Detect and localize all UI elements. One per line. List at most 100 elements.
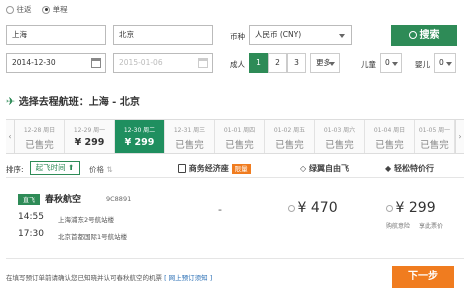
booking-notice: 在填写预订单前请确认您已知晓并认可春秋航空的机票 [ 网上预订须知 ] bbox=[6, 272, 212, 282]
arrival-time: 17:30 bbox=[18, 229, 44, 239]
green-wing-fare-option[interactable]: ¥ 470 bbox=[288, 200, 338, 216]
easy-fare-option[interactable]: ¥ 299 bbox=[386, 200, 436, 216]
depart-date-value: 2014-12-30 bbox=[12, 58, 56, 67]
date-cell[interactable]: 12-28 周日已售完 bbox=[15, 120, 65, 153]
sort-label: 排序: bbox=[6, 165, 24, 174]
date-cell-status: 已售完 bbox=[275, 140, 304, 151]
date-cell-status: 已售完 bbox=[375, 140, 404, 151]
return-date-value: 2015-01-06 bbox=[119, 58, 163, 67]
green-wing-label: 绿翼自由飞 bbox=[308, 164, 349, 173]
date-next-arrow[interactable]: › bbox=[455, 120, 464, 153]
direct-flight-badge: 直飞 bbox=[18, 194, 41, 205]
departure-time: 14:55 bbox=[18, 212, 44, 222]
easy-fare-price: ¥ 299 bbox=[395, 200, 436, 216]
green-wing-radio[interactable] bbox=[288, 204, 295, 212]
date-prev-arrow[interactable]: ‹ bbox=[6, 120, 15, 153]
date-cell[interactable]: 12-31 周三已售完 bbox=[165, 120, 215, 153]
date-cell-selected[interactable]: 12-30 周二 ¥ 299 bbox=[115, 120, 165, 153]
infant-label: 婴儿 bbox=[415, 60, 430, 69]
search-button-label: 搜索 bbox=[419, 30, 440, 41]
sort-depart-time-button[interactable]: 起飞时间 ⬆ bbox=[30, 161, 80, 175]
calendar-icon bbox=[198, 58, 208, 68]
date-cell-status: 已售完 bbox=[175, 140, 204, 151]
child-count-value: 0 bbox=[385, 58, 390, 67]
chevron-down-icon bbox=[339, 34, 345, 38]
child-label: 儿童 bbox=[361, 60, 376, 69]
date-cell-status: 已售完 bbox=[325, 140, 354, 151]
date-cell[interactable]: 01-04 周日已售完 bbox=[365, 120, 415, 153]
from-city-input[interactable]: 上海 bbox=[6, 25, 106, 45]
seat-icon bbox=[178, 164, 186, 173]
date-cell[interactable]: 01-03 周六已售完 bbox=[315, 120, 365, 153]
date-cell-date: 12-29 周一 bbox=[73, 127, 106, 134]
chevron-down-icon bbox=[446, 62, 452, 66]
date-cell-date: 12-30 周二 bbox=[123, 127, 156, 134]
green-wing-price: ¥ 470 bbox=[297, 200, 338, 216]
booking-notice-text: 在填写预订单前请确认您已知晓并认可春秋航空的机票 bbox=[6, 274, 162, 282]
return-date-input[interactable]: 2015-01-06 bbox=[113, 53, 213, 73]
next-step-label: 下一步 bbox=[408, 271, 438, 282]
to-city-input[interactable]: 北京 bbox=[113, 25, 213, 45]
date-cell-status: 已售完 bbox=[420, 140, 449, 151]
date-cell-date: 01-05 周一 bbox=[418, 127, 451, 134]
date-cell-date: 01-01 周四 bbox=[223, 127, 256, 134]
roundtrip-label: 往返 bbox=[16, 5, 32, 14]
next-step-button[interactable]: 下一步 bbox=[392, 266, 454, 288]
roundtrip-radio[interactable] bbox=[6, 5, 14, 14]
arrow-up-icon: ⬆ bbox=[68, 163, 75, 172]
date-cell[interactable]: 12-29 周一 ¥ 299 bbox=[65, 120, 115, 153]
date-cell-status: 已售完 bbox=[225, 140, 254, 151]
sort-price-label: 价格 bbox=[89, 165, 104, 174]
date-cell-date: 01-03 周六 bbox=[323, 127, 356, 134]
chevron-down-icon bbox=[329, 62, 335, 66]
date-cell-status: ¥ 299 bbox=[74, 137, 105, 148]
easy-fare-note-1: 购航意险 bbox=[386, 223, 411, 230]
arrival-airport: 北京首都国际1号航站楼 bbox=[58, 233, 128, 241]
sort-depart-time-label: 起飞时间 bbox=[35, 163, 66, 172]
cabin-green-wing: ◇ 绿翼自由飞 bbox=[300, 163, 349, 174]
date-cell-date: 01-02 周五 bbox=[273, 127, 306, 134]
adult-more-select[interactable]: 更多 bbox=[310, 53, 340, 73]
date-cell-date: 12-31 周三 bbox=[173, 127, 206, 134]
adult-option-3[interactable]: 3 bbox=[287, 53, 306, 73]
adult-label: 成人 bbox=[230, 60, 245, 69]
easy-fare-label: 轻松特价行 bbox=[393, 164, 434, 173]
limited-badge: 限量 bbox=[231, 164, 251, 174]
section-title-text: 选择去程航班：上海 - 北京 bbox=[18, 97, 140, 108]
search-button[interactable]: 搜索 bbox=[391, 25, 457, 46]
child-count-select[interactable]: 0 bbox=[380, 53, 402, 73]
sort-price-button[interactable]: 价格 ⇅ bbox=[89, 164, 113, 175]
flight-number: 9C8891 bbox=[106, 195, 132, 203]
oneway-radio[interactable] bbox=[42, 5, 51, 14]
infant-count-select[interactable]: 0 bbox=[434, 53, 456, 73]
adult-option-1[interactable]: 1 bbox=[249, 53, 268, 73]
divider bbox=[6, 258, 464, 259]
currency-select[interactable]: 人民币 (CNY) bbox=[249, 25, 352, 45]
airline-name: 春秋航空 bbox=[45, 195, 82, 205]
depart-date-input[interactable]: 2014-12-30 bbox=[6, 53, 106, 73]
adult-option-2[interactable]: 2 bbox=[268, 53, 287, 73]
tag-icon: ◇ bbox=[300, 164, 307, 173]
date-cell-status: ¥ 299 bbox=[124, 137, 155, 148]
plane-icon: ✈ bbox=[6, 95, 16, 108]
infant-count-value: 0 bbox=[439, 58, 444, 67]
date-cell-date: 12-28 周日 bbox=[23, 127, 56, 134]
easy-fare-radio[interactable] bbox=[386, 204, 393, 212]
calendar-icon bbox=[91, 58, 101, 68]
booking-rules-link[interactable]: [ 网上预订须知 ] bbox=[164, 274, 212, 282]
business-economy-price: - bbox=[218, 203, 222, 216]
date-cell-status: 已售完 bbox=[25, 140, 54, 151]
date-cell[interactable]: 01-05 周一已售完 bbox=[415, 120, 455, 153]
oneway-label: 单程 bbox=[52, 5, 68, 14]
currency-label: 币种 bbox=[230, 32, 245, 41]
business-economy-label: 商务经济座 bbox=[188, 164, 229, 173]
sort-arrow-icon: ⇅ bbox=[106, 165, 113, 174]
currency-value: 人民币 (CNY) bbox=[255, 30, 302, 39]
date-cell[interactable]: 01-01 周四已售完 bbox=[215, 120, 265, 153]
date-cell-date: 01-04 周日 bbox=[373, 127, 406, 134]
departure-airport: 上海浦东2号航站楼 bbox=[58, 216, 115, 224]
chevron-down-icon bbox=[392, 62, 398, 66]
cabin-business-economy: 商务经济座 限量 bbox=[178, 163, 251, 174]
date-cell[interactable]: 01-02 周五已售完 bbox=[265, 120, 315, 153]
easy-fare-note-2: 享此票价 bbox=[419, 223, 444, 230]
